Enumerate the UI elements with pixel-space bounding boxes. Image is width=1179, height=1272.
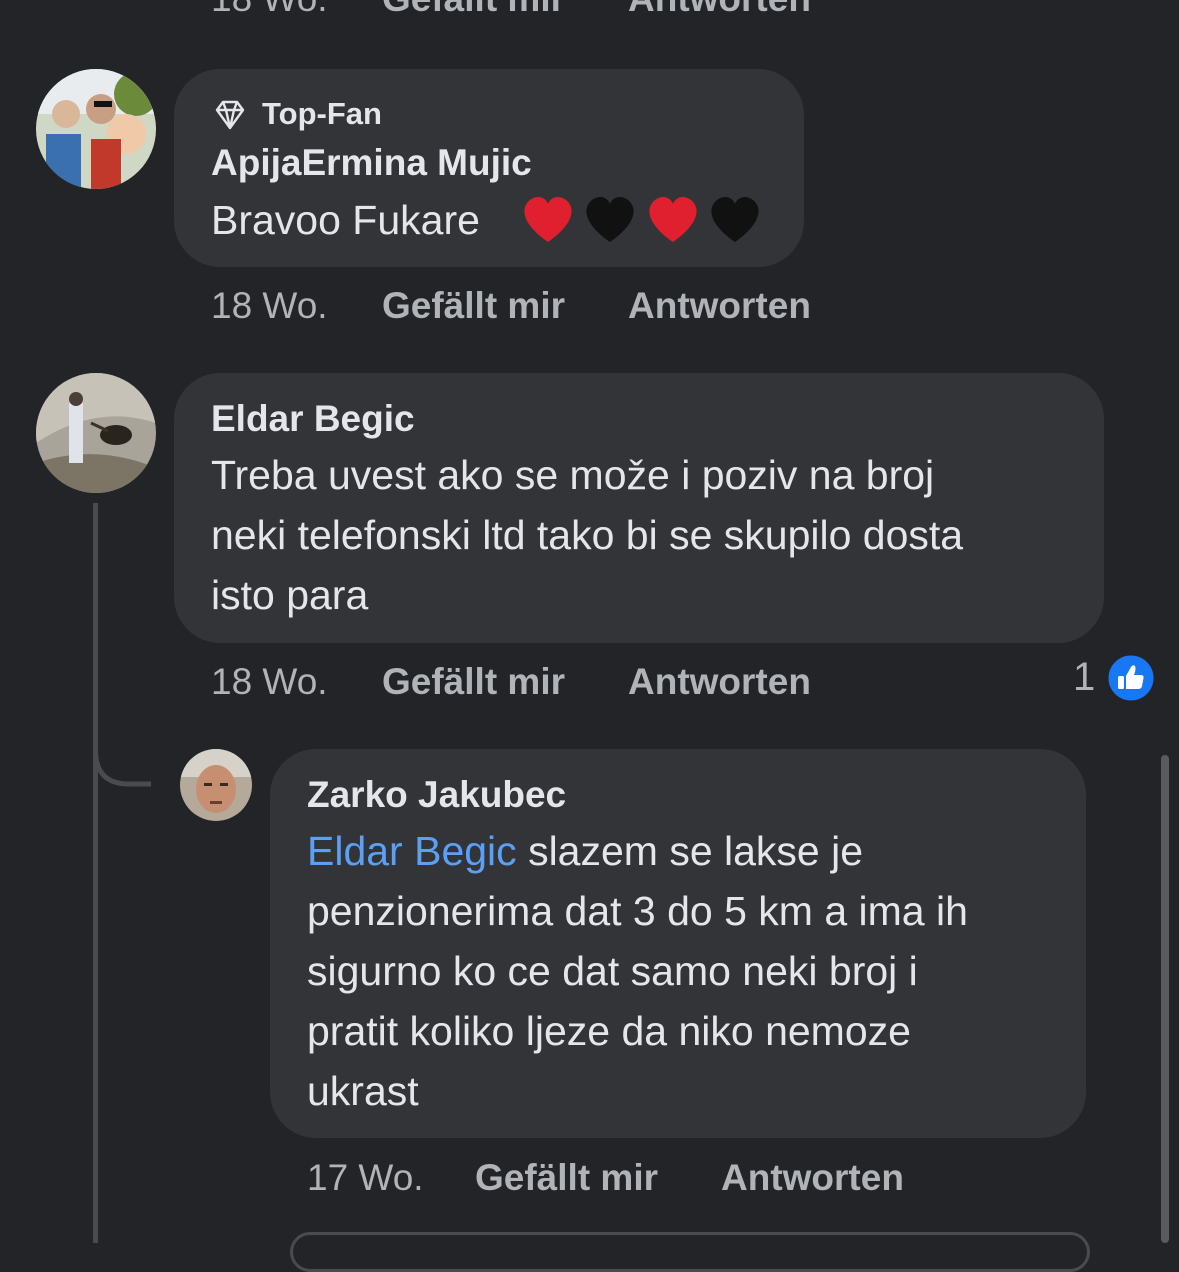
like-button[interactable]: Gefällt mir xyxy=(475,1157,658,1199)
avatar[interactable] xyxy=(36,69,156,189)
comment-time: 18 Wo. xyxy=(211,661,328,702)
black-heart-icon xyxy=(711,197,759,242)
avatar[interactable] xyxy=(36,373,156,493)
red-heart-icon xyxy=(524,197,572,242)
emoji-group xyxy=(518,190,768,250)
like-reaction-icon[interactable] xyxy=(1105,652,1157,704)
avatar-photo xyxy=(180,749,252,821)
like-button[interactable]: Gefällt mir xyxy=(382,0,565,20)
avatar-photo xyxy=(36,69,156,189)
scrollbar[interactable] xyxy=(1161,755,1169,1243)
comment-author[interactable]: ApijaErmina Mujic xyxy=(211,142,532,184)
reply-text-line: pratit koliko ljeze da niko nemoze xyxy=(307,1008,911,1054)
black-heart-icon xyxy=(586,197,634,242)
reply-text-line: ukrast xyxy=(307,1068,419,1114)
reaction-count[interactable]: 1 xyxy=(1073,655,1095,700)
comment-text-line: neki telefonski ltd tako bi se skupilo d… xyxy=(211,512,964,558)
reply-text-rest: slazem se lakse je xyxy=(516,828,864,874)
diamond-icon xyxy=(212,97,248,133)
comment-text-body: Bravoo Fukare xyxy=(211,197,480,243)
reply-text-line: sigurno ko ce dat samo neki broj i xyxy=(307,948,918,994)
reply-text-line: penzionerima dat 3 do 5 km a ima ih xyxy=(307,888,968,934)
comment-text: Bravoo Fukare xyxy=(211,190,480,250)
reply-author[interactable]: Zarko Jakubec xyxy=(307,774,566,816)
top-fan-badge: Top-Fan xyxy=(262,96,382,131)
comment-author[interactable]: Eldar Begic xyxy=(211,398,415,440)
next-comment-bubble xyxy=(290,1232,1090,1272)
reply-button[interactable]: Antworten xyxy=(628,0,811,20)
thread-connector xyxy=(93,735,155,790)
thread-line xyxy=(93,503,98,1243)
avatar[interactable] xyxy=(180,749,252,821)
comment-text-line: Treba uvest ako se može i poziv na broj xyxy=(211,452,935,498)
comment-text-line: isto para xyxy=(211,572,369,618)
like-button[interactable]: Gefällt mir xyxy=(382,661,565,703)
like-button[interactable]: Gefällt mir xyxy=(382,285,565,327)
reply-text-line: Eldar Begic slazem se lakse je xyxy=(307,821,863,881)
red-heart-icon xyxy=(649,197,697,242)
reply-button[interactable]: Antworten xyxy=(628,285,811,327)
comment-time: 18 Wo. xyxy=(211,0,328,20)
reply-button[interactable]: Antworten xyxy=(628,661,811,703)
avatar-photo xyxy=(36,373,156,493)
comment-time: 18 Wo. xyxy=(211,285,328,326)
mention-link[interactable]: Eldar Begic xyxy=(307,828,517,874)
reply-button[interactable]: Antworten xyxy=(721,1157,904,1199)
reply-time: 17 Wo. xyxy=(307,1157,424,1198)
